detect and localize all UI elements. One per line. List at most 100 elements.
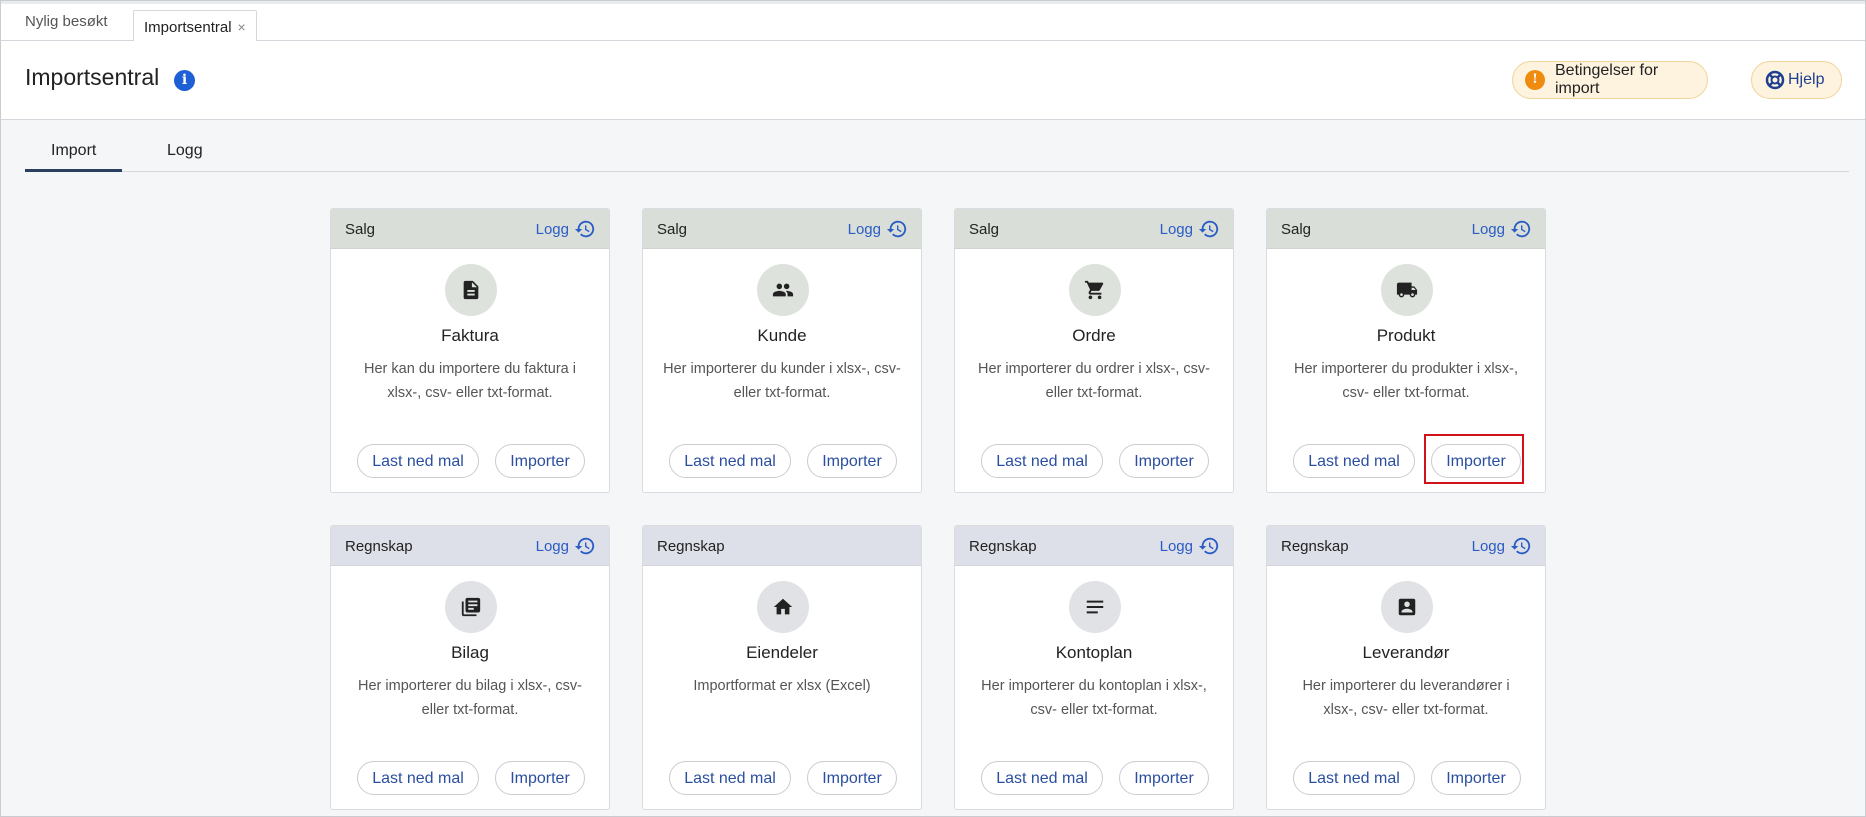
lines-icon: [1069, 581, 1121, 633]
browser-tab-strip: Nylig besøkt Importsentral ×: [1, 1, 1865, 43]
card-category: Salg: [657, 221, 688, 238]
import-card-bilag: Regnskap Logg Bilag Her importerer du bi…: [330, 525, 610, 810]
warning-icon: !: [1525, 70, 1545, 90]
import-button[interactable]: Importer: [1431, 761, 1521, 795]
card-category: Salg: [1281, 221, 1312, 238]
lifebuoy-icon: [1765, 70, 1785, 90]
card-log-link[interactable]: Logg: [536, 218, 596, 240]
home-icon: [757, 581, 809, 633]
help-button-label: Hjelp: [1788, 71, 1825, 88]
conditions-button[interactable]: ! Betingelser for import: [1512, 61, 1708, 99]
history-icon: [1510, 537, 1531, 555]
card-log-link[interactable]: Logg: [1472, 218, 1532, 240]
import-card-faktura: Salg Logg Faktura Her kan du importere d…: [330, 208, 610, 493]
card-title: Produkt: [1376, 326, 1436, 345]
close-icon[interactable]: ×: [238, 19, 246, 35]
import-button[interactable]: Importer: [1119, 444, 1209, 478]
import-button[interactable]: Importer: [495, 761, 585, 795]
card-title: Faktura: [441, 326, 499, 345]
card-header: Regnskap Logg: [955, 526, 1233, 566]
download-template-button[interactable]: Last ned mal: [1293, 761, 1415, 795]
card-header: Regnskap: [643, 526, 921, 566]
import-button[interactable]: Importer: [495, 444, 585, 478]
card-log-label: Logg: [1471, 537, 1505, 555]
card-header: Salg Logg: [331, 209, 609, 249]
tab-importsentral-label: Importsentral: [144, 19, 232, 36]
people-icon: [757, 264, 809, 316]
card-log-label: Logg: [847, 220, 881, 238]
download-template-button[interactable]: Last ned mal: [669, 761, 791, 795]
download-template-button[interactable]: Last ned mal: [981, 761, 1103, 795]
cart-icon: [1069, 264, 1121, 316]
card-description: Her kan du importere du faktura i xlsx-,…: [364, 361, 576, 401]
download-template-button[interactable]: Last ned mal: [981, 444, 1103, 478]
import-button[interactable]: Importer: [807, 761, 897, 795]
truck-icon: [1381, 264, 1433, 316]
download-template-button[interactable]: Last ned mal: [357, 444, 479, 478]
page-title: Importsentral: [25, 64, 160, 90]
card-description: Her importerer du produkter i xlsx-, csv…: [1293, 361, 1518, 401]
card-header: Regnskap Logg: [331, 526, 609, 566]
card-category: Regnskap: [1281, 538, 1349, 555]
history-icon: [1198, 220, 1219, 238]
document-icon: [445, 264, 497, 316]
card-title: Ordre: [1072, 326, 1116, 345]
card-header: Salg Logg: [955, 209, 1233, 249]
card-title: Leverandør: [1362, 643, 1450, 662]
card-log-label: Logg: [535, 537, 569, 555]
help-button[interactable]: Hjelp: [1751, 61, 1842, 99]
card-header: Regnskap Logg: [1267, 526, 1545, 566]
tab-importsentral[interactable]: Importsentral ×: [133, 10, 257, 43]
download-template-button[interactable]: Last ned mal: [357, 761, 479, 795]
import-card-leverandør: Regnskap Logg Leverandør Her importerer …: [1266, 525, 1546, 810]
card-header: Salg Logg: [1267, 209, 1545, 249]
card-log-link[interactable]: Logg: [536, 535, 596, 557]
card-title: Kontoplan: [1055, 643, 1133, 662]
library-books-icon: [445, 581, 497, 633]
history-icon: [886, 220, 907, 238]
card-category: Regnskap: [657, 538, 725, 555]
import-card-kontoplan: Regnskap Logg Kontoplan Her importerer d…: [954, 525, 1234, 810]
contact-card-icon: [1381, 581, 1433, 633]
history-icon: [574, 537, 595, 555]
info-icon[interactable]: i: [174, 70, 195, 91]
history-icon: [1510, 220, 1531, 238]
download-template-button[interactable]: Last ned mal: [1293, 444, 1415, 478]
download-template-button[interactable]: Last ned mal: [669, 444, 791, 478]
card-log-link[interactable]: Logg: [1160, 218, 1220, 240]
card-description: Her importerer du leverandører i xlsx-, …: [1302, 678, 1510, 718]
card-category: Regnskap: [345, 538, 413, 555]
tab-logg[interactable]: Logg: [167, 142, 203, 160]
card-category: Salg: [345, 221, 376, 238]
card-category: Salg: [969, 221, 1000, 238]
import-card-kunde: Salg Logg Kunde Her importerer du kunder…: [642, 208, 922, 493]
conditions-button-label: Betingelser for import: [1555, 62, 1659, 97]
card-description: Her importerer du ordrer i xlsx-, csv- e…: [977, 361, 1211, 401]
card-title: Kunde: [757, 326, 807, 345]
page-header: Importsentral i ! Betingelser for import…: [1, 41, 1865, 120]
card-log-link[interactable]: Logg: [848, 218, 908, 240]
card-log-link[interactable]: Logg: [1160, 535, 1220, 557]
card-header: Salg Logg: [643, 209, 921, 249]
card-log-label: Logg: [1159, 220, 1193, 238]
highlight-box: [1424, 434, 1524, 484]
import-card-ordre: Salg Logg Ordre Her importerer du ordrer…: [954, 208, 1234, 493]
card-description: Importformat er xlsx (Excel): [693, 678, 871, 694]
tab-import[interactable]: Import: [51, 142, 96, 160]
import-button[interactable]: Importer: [807, 444, 897, 478]
card-description: Her importerer du kontoplan i xlsx-, csv…: [981, 678, 1207, 718]
card-title: Bilag: [451, 643, 489, 662]
history-icon: [574, 220, 595, 238]
tab-recently-visited[interactable]: Nylig besøkt: [25, 13, 108, 30]
card-log-label: Logg: [535, 220, 569, 238]
card-log-link[interactable]: Logg: [1472, 535, 1532, 557]
import-button[interactable]: Importer: [1119, 761, 1209, 795]
import-subtabs: Import Logg: [25, 121, 1849, 172]
import-card-eiendeler: Regnskap Eiendeler Importformat er xlsx …: [642, 525, 922, 810]
card-description: Her importerer du bilag i xlsx-, csv- el…: [358, 678, 582, 718]
card-category: Regnskap: [969, 538, 1037, 555]
card-description: Her importerer du kunder i xlsx-, csv- e…: [663, 361, 901, 401]
active-tab-indicator: [25, 169, 122, 172]
history-icon: [1198, 537, 1219, 555]
card-title: Eiendeler: [746, 643, 818, 662]
